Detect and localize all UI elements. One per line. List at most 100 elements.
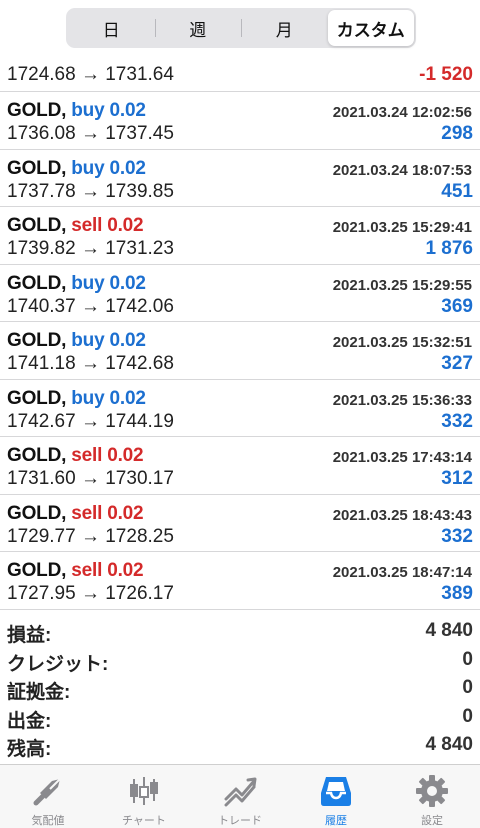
trade-prices: 1739.82 → 1731.23 bbox=[7, 238, 174, 259]
trade-prices: 1724.68 → 1731.64 bbox=[7, 64, 174, 85]
symbol-name: GOLD, bbox=[7, 272, 67, 294]
history-row[interactable]: GOLD, sell 0.02 2021.03.25 17:43:14 1731.6… bbox=[0, 437, 480, 495]
trade-side: sell 0.02 bbox=[71, 215, 144, 236]
tab-label: 履歴 bbox=[325, 815, 347, 827]
trade-profit: 451 bbox=[441, 180, 473, 202]
summary-label: 残高: bbox=[7, 739, 52, 760]
symbol-name: GOLD, bbox=[7, 560, 67, 581]
trade-date: 2021.03.25 18:43:43 bbox=[332, 506, 472, 524]
tab-label: トレード bbox=[218, 815, 262, 827]
trade-prices: 1736.08 → 1737.45 bbox=[7, 123, 174, 144]
period-segmented-control: 日 週 月 カスタム bbox=[66, 8, 416, 48]
trade-date: 2021.03.25 15:32:51 bbox=[332, 334, 472, 351]
trade-symbol: GOLD, buy 0.02 bbox=[7, 388, 146, 410]
trade-side: buy 0.02 bbox=[71, 387, 146, 409]
trade-date: 2021.03.25 15:29:55 bbox=[332, 276, 472, 294]
summary-value: 4 840 bbox=[425, 620, 473, 641]
history-icon bbox=[321, 777, 351, 806]
trade-side: sell 0.02 bbox=[71, 502, 144, 524]
summary-row-withdrawal: 出金: 0 bbox=[0, 703, 480, 732]
symbol-name: GOLD, bbox=[7, 215, 67, 236]
settings-icon bbox=[416, 775, 448, 807]
trade-symbol: GOLD, sell 0.02 bbox=[7, 215, 144, 237]
segment-day[interactable]: 日 bbox=[68, 10, 155, 46]
trade-symbol: GOLD, buy 0.02 bbox=[7, 330, 146, 352]
history-summary: 損益: 4 840 クレジット: 0 証拠金: 0 出金: 0 残高: 4 84… bbox=[0, 617, 480, 760]
symbol-name: GOLD, bbox=[7, 445, 67, 466]
history-row[interactable]: GOLD, buy 0.02 2021.03.25 15:32:51 1741.18… bbox=[0, 322, 480, 380]
trade-side: sell 0.02 bbox=[71, 560, 144, 581]
summary-label: クレジット: bbox=[7, 653, 109, 675]
trade-profit: 327 bbox=[441, 353, 473, 374]
trade-profit: 1 876 bbox=[425, 238, 473, 259]
trade-prices: 1727.95 → 1726.17 bbox=[7, 583, 174, 604]
trade-prices: 1740.37 → 1742.06 bbox=[7, 295, 174, 317]
summary-value: 0 bbox=[462, 648, 473, 670]
trade-prices: 1742.67 → 1744.19 bbox=[7, 410, 174, 432]
trade-profit: 312 bbox=[441, 468, 473, 489]
trade-icon bbox=[224, 777, 257, 807]
trade-date: 2021.03.25 15:36:33 bbox=[332, 391, 472, 409]
symbol-name: GOLD, bbox=[7, 100, 67, 121]
trade-date: 2021.03.24 18:07:53 bbox=[332, 161, 472, 179]
trade-prices: 1731.60 → 1730.17 bbox=[7, 468, 174, 489]
summary-value: 4 840 bbox=[425, 734, 473, 755]
bottom-tab-bar: 気配値 チャート トレード 履歴 設定 bbox=[0, 764, 480, 828]
symbol-name: GOLD, bbox=[7, 330, 67, 351]
trade-symbol: GOLD, buy 0.02 bbox=[7, 273, 146, 295]
history-row[interactable]: GOLD, buy 0.02 2021.03.25 15:29:55 1740.37… bbox=[0, 265, 480, 322]
history-row[interactable]: GOLD, sell 0.02 2021.03.25 15:29:41 1739.8… bbox=[0, 207, 480, 265]
summary-value: 0 bbox=[462, 705, 473, 727]
quotes-icon bbox=[33, 778, 61, 806]
history-row[interactable]: GOLD, sell 0.02 2021.03.25 18:43:43 1729.7… bbox=[0, 495, 480, 552]
trade-symbol: GOLD, buy 0.02 bbox=[7, 158, 146, 180]
chart-icon bbox=[130, 777, 158, 805]
segment-month[interactable]: 月 bbox=[241, 10, 328, 46]
trade-profit: 298 bbox=[441, 123, 473, 144]
trade-date: 2021.03.25 17:43:14 bbox=[332, 449, 472, 466]
history-row[interactable]: GOLD, buy 0.02 2021.03.24 18:07:53 1737.78… bbox=[0, 150, 480, 207]
trade-date: 2021.03.25 18:47:14 bbox=[332, 564, 472, 581]
summary-label: 出金: bbox=[7, 710, 52, 732]
segment-custom[interactable]: カスタム bbox=[327, 10, 414, 46]
trade-side: buy 0.02 bbox=[71, 157, 146, 179]
trade-symbol: GOLD, buy 0.02 bbox=[7, 100, 146, 122]
tab-settings[interactable]: 設定 bbox=[384, 765, 480, 828]
summary-label: 証拠金: bbox=[7, 682, 71, 703]
history-row[interactable]: GOLD, buy 0.02 2021.03.24 12:02:56 1736.08… bbox=[0, 92, 480, 150]
tab-chart[interactable]: チャート bbox=[96, 765, 192, 828]
history-row-partial[interactable]: 1724.68 → 1731.64 -1 520 bbox=[0, 56, 480, 92]
trade-profit: -1 520 bbox=[419, 64, 473, 85]
summary-row-credit: クレジット: 0 bbox=[0, 646, 480, 675]
summary-label: 損益: bbox=[7, 625, 52, 646]
summary-value: 0 bbox=[462, 677, 473, 698]
summary-row-balance: 残高: 4 840 bbox=[0, 731, 480, 760]
trade-profit: 369 bbox=[441, 295, 473, 317]
trade-date: 2021.03.25 15:29:41 bbox=[332, 219, 472, 236]
trade-symbol: GOLD, sell 0.02 bbox=[7, 502, 144, 525]
summary-row-deposit: 証拠金: 0 bbox=[0, 674, 480, 703]
trade-prices: 1737.78 → 1739.85 bbox=[7, 180, 174, 202]
trade-prices: 1741.18 → 1742.68 bbox=[7, 353, 174, 374]
tab-label: チャート bbox=[122, 815, 166, 827]
trade-symbol: GOLD, sell 0.02 bbox=[7, 560, 144, 582]
history-row[interactable]: GOLD, buy 0.02 2021.03.25 15:36:33 1742.67… bbox=[0, 380, 480, 437]
trade-side: buy 0.02 bbox=[71, 330, 146, 351]
trade-profit: 389 bbox=[441, 583, 473, 604]
tab-label: 設定 bbox=[421, 815, 443, 827]
tab-label: 気配値 bbox=[31, 815, 65, 827]
tab-trade[interactable]: トレード bbox=[192, 765, 288, 828]
tab-quotes[interactable]: 気配値 bbox=[0, 765, 96, 828]
trade-date: 2021.03.24 12:02:56 bbox=[332, 104, 472, 121]
history-row[interactable]: GOLD, sell 0.02 2021.03.25 18:47:14 1727.9… bbox=[0, 552, 480, 610]
symbol-name: GOLD, bbox=[7, 502, 67, 524]
trade-prices: 1729.77 → 1728.25 bbox=[7, 525, 174, 547]
trade-profit: 332 bbox=[441, 410, 473, 432]
segment-week[interactable]: 週 bbox=[154, 10, 242, 46]
symbol-name: GOLD, bbox=[7, 157, 67, 179]
trade-side: buy 0.02 bbox=[71, 100, 146, 121]
tab-history[interactable]: 履歴 bbox=[288, 765, 384, 828]
trade-symbol: GOLD, sell 0.02 bbox=[7, 445, 144, 467]
symbol-name: GOLD, bbox=[7, 387, 67, 409]
trade-side: buy 0.02 bbox=[71, 272, 146, 294]
